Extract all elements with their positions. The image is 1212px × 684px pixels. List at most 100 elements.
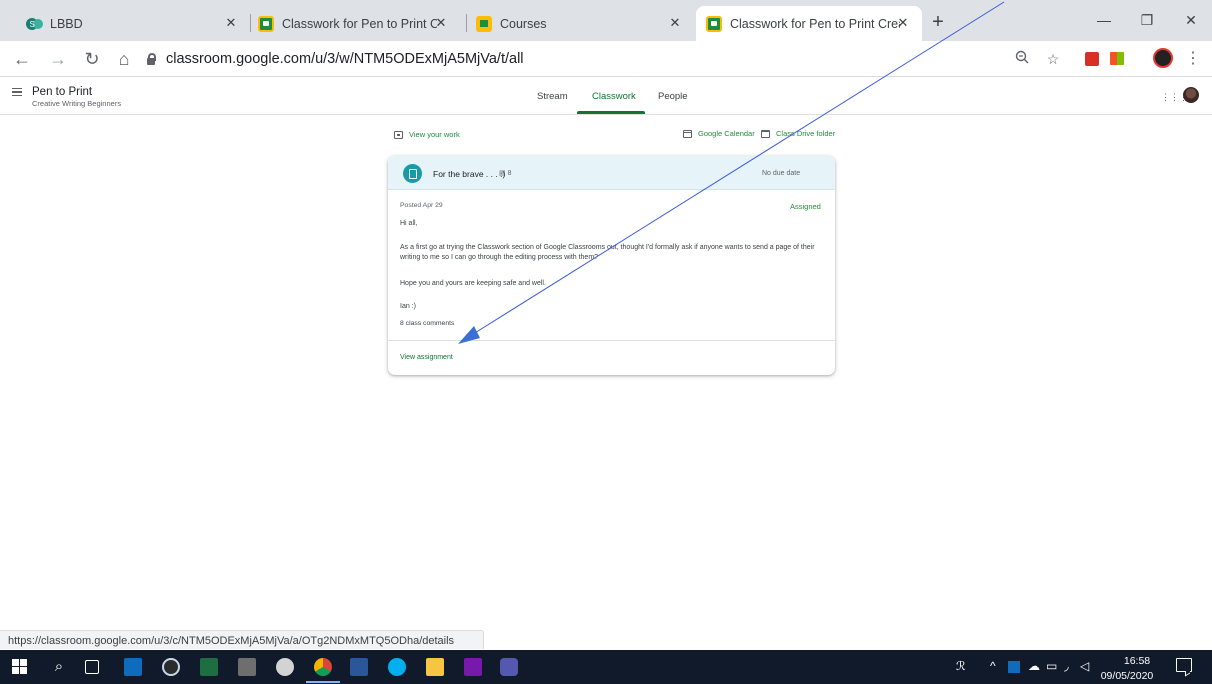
google-apps-icon[interactable]: ⋮⋮⋮ (1161, 93, 1188, 103)
class-section: Creative Writing Beginners (32, 99, 122, 108)
people-icon[interactable]: ℛ (956, 659, 966, 673)
lock-icon (146, 53, 156, 65)
body-paragraph: Hi all, (400, 220, 418, 227)
battery-icon[interactable]: ▭ (1046, 659, 1057, 673)
outlook-tray-icon[interactable] (1008, 661, 1020, 673)
onedrive-icon[interactable]: ☁ (1028, 659, 1040, 673)
wifi-icon[interactable]: ◞ (1064, 659, 1069, 673)
main-menu-icon[interactable] (12, 88, 22, 96)
class-comments-link[interactable]: 8 class comments (400, 320, 454, 327)
outlook-icon[interactable] (124, 658, 142, 676)
tab-separator (466, 14, 467, 32)
tab-stream[interactable]: Stream (537, 91, 568, 102)
back-arrow-icon[interactable]: ← (10, 47, 34, 71)
comment-icon: ▤ (499, 170, 506, 177)
notification-icon[interactable] (1176, 658, 1192, 672)
tab-classwork-1[interactable]: Classwork for Pen to Print Creativ ✕ (250, 6, 460, 41)
tab-courses[interactable]: Courses ✕ (468, 6, 694, 41)
menu-kebab-icon[interactable]: ⋮ (1184, 50, 1202, 68)
card-divider (388, 340, 835, 341)
comment-count: ▤ 8 (499, 169, 511, 177)
posted-date: Posted Apr 29 (400, 202, 443, 209)
browser-tab-strip: S LBBD ✕ Classwork for Pen to Print Crea… (0, 0, 1212, 41)
windows-taskbar: ⌕ ℛ ^ ☁ ▭ ◞ ◁ (0, 650, 1212, 684)
assignment-status: Assigned (790, 202, 821, 211)
assignment-card: For the brave . . . :) ▤ 8 No due date P… (388, 156, 835, 375)
calculator-icon[interactable] (238, 658, 256, 676)
classroom-header: Pen to Print Creative Writing Beginners … (0, 77, 1212, 115)
classroom-icon (258, 15, 274, 32)
clock-date[interactable]: 09/05/2020 (1094, 670, 1160, 682)
tab-title: Courses (500, 16, 547, 31)
class-drive-folder-label: Class Drive folder (776, 129, 836, 138)
search-icon[interactable]: ⌕ (50, 658, 68, 676)
skype-icon[interactable] (388, 658, 406, 676)
account-avatar[interactable] (1183, 87, 1199, 103)
google-calendar-link[interactable]: Google Calendar (683, 129, 755, 138)
active-tab-indicator (577, 111, 645, 114)
new-tab-button[interactable]: + (928, 12, 948, 33)
link-status-bar: https://classroom.google.com/u/3/c/NTM5O… (0, 630, 484, 649)
class-drive-folder-link[interactable]: Class Drive folder (761, 129, 835, 138)
onenote-icon[interactable] (464, 658, 482, 676)
svg-text:S: S (30, 20, 35, 29)
close-window-icon[interactable]: ✕ (1181, 10, 1201, 30)
close-tab-icon[interactable]: ✕ (666, 14, 684, 32)
show-hidden-icons-icon[interactable]: ^ (990, 659, 996, 673)
url-text: classroom.google.com/u/3/w/NTM5ODExMjA5M… (166, 51, 524, 67)
view-assignment-link[interactable]: View assignment (400, 354, 453, 361)
bookmark-star-icon[interactable]: ☆ (1044, 50, 1062, 68)
zoom-icon[interactable] (1013, 50, 1031, 68)
minimize-icon[interactable]: — (1094, 10, 1114, 30)
task-view-icon[interactable] (85, 660, 99, 674)
close-tab-icon[interactable]: ✕ (432, 14, 450, 32)
volume-icon[interactable]: ◁ (1080, 659, 1089, 673)
assignment-title: For the brave . . . :) (433, 169, 506, 179)
tab-classwork[interactable]: Classwork (592, 91, 636, 102)
home-icon[interactable]: ⌂ (112, 47, 136, 71)
acrobat-extension-icon[interactable] (1085, 52, 1099, 66)
body-paragraph: As a first go at trying the Classwork se… (400, 244, 815, 261)
work-icon (394, 130, 403, 139)
assignment-icon (403, 164, 422, 183)
assignment-header[interactable]: For the brave . . . :) ▤ 8 No due date (388, 156, 835, 190)
tab-title: Classwork for Pen to Print Creativ (282, 16, 437, 31)
view-your-work-link[interactable]: View your work (394, 130, 460, 139)
status-url: https://classroom.google.com/u/3/c/NTM5O… (8, 635, 455, 647)
tab-people[interactable]: People (658, 91, 688, 102)
view-your-work-label: View your work (409, 130, 460, 139)
comment-count-value: 8 (507, 170, 512, 177)
snip-sketch-icon[interactable] (276, 658, 294, 676)
forward-arrow-icon[interactable]: → (46, 47, 70, 71)
excel-icon[interactable] (200, 658, 218, 676)
google-calendar-label: Google Calendar (698, 129, 755, 138)
body-paragraph: Hope you and yours are keeping safe and … (400, 280, 546, 287)
screen: S LBBD ✕ Classwork for Pen to Print Crea… (0, 0, 1212, 684)
body-paragraph: Ian :) (400, 303, 416, 310)
due-date: No due date (762, 170, 801, 177)
classroom-icon (706, 15, 722, 32)
file-explorer-icon[interactable] (426, 658, 444, 676)
office-extension-icon[interactable] (1110, 52, 1124, 65)
address-bar[interactable]: classroom.google.com/u/3/w/NTM5ODExMjA5M… (146, 45, 986, 73)
class-name[interactable]: Pen to Print (32, 86, 92, 98)
active-app-indicator (306, 681, 340, 683)
profile-avatar[interactable] (1153, 48, 1173, 68)
restore-icon[interactable]: ❐ (1137, 10, 1157, 30)
paint-3d-icon[interactable] (162, 658, 180, 676)
calendar-icon (683, 129, 692, 138)
teams-icon[interactable] (500, 658, 518, 676)
tab-lbbd[interactable]: S LBBD ✕ (18, 6, 250, 41)
classroom-courses-icon (476, 15, 492, 32)
tab-classwork-active[interactable]: Classwork for Pen to Print Creativ ✕ (696, 6, 922, 41)
reload-icon[interactable]: ↻ (80, 47, 104, 71)
clock-time[interactable]: 16:58 (1117, 655, 1157, 667)
windows-start-icon[interactable] (12, 658, 30, 676)
word-icon[interactable] (350, 658, 368, 676)
close-tab-icon[interactable]: ✕ (222, 14, 240, 32)
tab-title: Classwork for Pen to Print Creativ (730, 16, 900, 31)
chrome-icon[interactable] (314, 658, 332, 676)
browser-toolbar: ← → ↻ ⌂ classroom.google.com/u/3/w/NTM5O… (0, 41, 1212, 77)
close-tab-icon[interactable]: ✕ (894, 14, 912, 32)
lbbd-icon: S (26, 16, 43, 32)
